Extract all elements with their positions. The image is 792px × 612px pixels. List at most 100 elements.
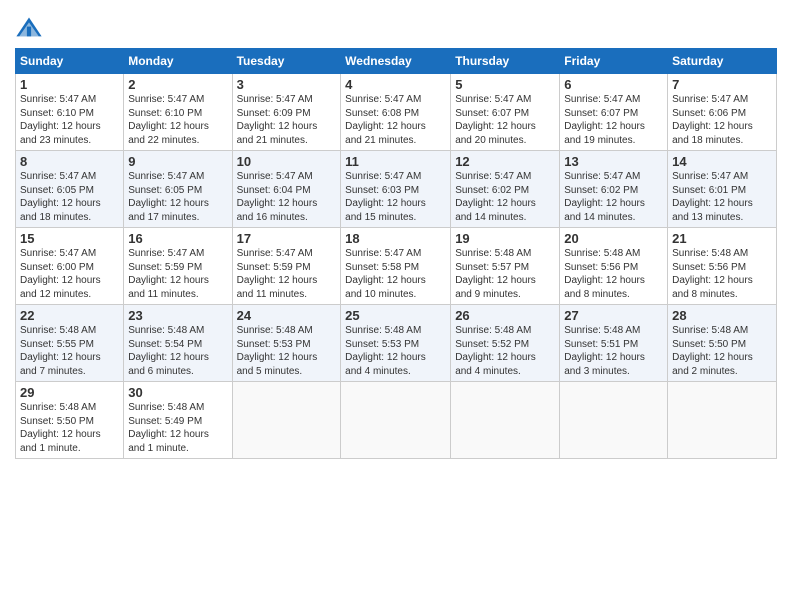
day-number: 16 — [128, 231, 227, 246]
day-number: 17 — [237, 231, 337, 246]
calendar-cell — [232, 382, 341, 459]
day-info: Sunrise: 5:48 AM Sunset: 5:55 PM Dayligh… — [20, 324, 119, 378]
day-info: Sunrise: 5:48 AM Sunset: 5:56 PM Dayligh… — [672, 247, 772, 301]
calendar-cell: 12Sunrise: 5:47 AM Sunset: 6:02 PM Dayli… — [451, 151, 560, 228]
col-header-saturday: Saturday — [668, 49, 777, 74]
week-row-4: 22Sunrise: 5:48 AM Sunset: 5:55 PM Dayli… — [16, 305, 777, 382]
calendar-cell — [560, 382, 668, 459]
calendar-cell: 8Sunrise: 5:47 AM Sunset: 6:05 PM Daylig… — [16, 151, 124, 228]
day-info: Sunrise: 5:47 AM Sunset: 6:08 PM Dayligh… — [345, 93, 446, 147]
day-number: 8 — [20, 154, 119, 169]
day-number: 7 — [672, 77, 772, 92]
day-info: Sunrise: 5:48 AM Sunset: 5:49 PM Dayligh… — [128, 401, 227, 455]
day-info: Sunrise: 5:48 AM Sunset: 5:53 PM Dayligh… — [345, 324, 446, 378]
day-info: Sunrise: 5:47 AM Sunset: 6:03 PM Dayligh… — [345, 170, 446, 224]
day-number: 28 — [672, 308, 772, 323]
day-info: Sunrise: 5:47 AM Sunset: 6:09 PM Dayligh… — [237, 93, 337, 147]
calendar-cell: 15Sunrise: 5:47 AM Sunset: 6:00 PM Dayli… — [16, 228, 124, 305]
day-info: Sunrise: 5:47 AM Sunset: 6:07 PM Dayligh… — [564, 93, 663, 147]
calendar-cell: 17Sunrise: 5:47 AM Sunset: 5:59 PM Dayli… — [232, 228, 341, 305]
day-number: 18 — [345, 231, 446, 246]
day-number: 25 — [345, 308, 446, 323]
calendar-cell: 3Sunrise: 5:47 AM Sunset: 6:09 PM Daylig… — [232, 74, 341, 151]
calendar-cell — [341, 382, 451, 459]
day-info: Sunrise: 5:47 AM Sunset: 5:58 PM Dayligh… — [345, 247, 446, 301]
day-info: Sunrise: 5:47 AM Sunset: 5:59 PM Dayligh… — [128, 247, 227, 301]
day-info: Sunrise: 5:47 AM Sunset: 6:04 PM Dayligh… — [237, 170, 337, 224]
calendar-cell: 13Sunrise: 5:47 AM Sunset: 6:02 PM Dayli… — [560, 151, 668, 228]
calendar-cell: 24Sunrise: 5:48 AM Sunset: 5:53 PM Dayli… — [232, 305, 341, 382]
day-info: Sunrise: 5:47 AM Sunset: 6:06 PM Dayligh… — [672, 93, 772, 147]
day-info: Sunrise: 5:47 AM Sunset: 6:10 PM Dayligh… — [128, 93, 227, 147]
day-number: 29 — [20, 385, 119, 400]
day-info: Sunrise: 5:47 AM Sunset: 6:10 PM Dayligh… — [20, 93, 119, 147]
day-number: 12 — [455, 154, 555, 169]
day-number: 30 — [128, 385, 227, 400]
calendar-cell: 27Sunrise: 5:48 AM Sunset: 5:51 PM Dayli… — [560, 305, 668, 382]
day-info: Sunrise: 5:47 AM Sunset: 5:59 PM Dayligh… — [237, 247, 337, 301]
calendar-cell: 6Sunrise: 5:47 AM Sunset: 6:07 PM Daylig… — [560, 74, 668, 151]
calendar-cell: 9Sunrise: 5:47 AM Sunset: 6:05 PM Daylig… — [124, 151, 232, 228]
week-row-3: 15Sunrise: 5:47 AM Sunset: 6:00 PM Dayli… — [16, 228, 777, 305]
col-header-thursday: Thursday — [451, 49, 560, 74]
week-row-1: 1Sunrise: 5:47 AM Sunset: 6:10 PM Daylig… — [16, 74, 777, 151]
day-number: 4 — [345, 77, 446, 92]
calendar-cell: 20Sunrise: 5:48 AM Sunset: 5:56 PM Dayli… — [560, 228, 668, 305]
day-number: 6 — [564, 77, 663, 92]
day-info: Sunrise: 5:48 AM Sunset: 5:56 PM Dayligh… — [564, 247, 663, 301]
day-info: Sunrise: 5:48 AM Sunset: 5:50 PM Dayligh… — [20, 401, 119, 455]
week-row-2: 8 Sunrise: 5:47 AM Sunset: 6:05 PM Daylig… — [16, 151, 777, 228]
day-info: Sunrise: 5:47 AM Sunset: 6:01 PM Dayligh… — [672, 170, 772, 224]
day-info: Sunrise: 5:48 AM Sunset: 5:53 PM Dayligh… — [237, 324, 337, 378]
calendar-cell: 21Sunrise: 5:48 AM Sunset: 5:56 PM Dayli… — [668, 228, 777, 305]
day-number: 27 — [564, 308, 663, 323]
day-number: 5 — [455, 77, 555, 92]
calendar-table: SundayMondayTuesdayWednesdayThursdayFrid… — [15, 48, 777, 459]
calendar-cell: 23Sunrise: 5:48 AM Sunset: 5:54 PM Dayli… — [124, 305, 232, 382]
col-header-sunday: Sunday — [16, 49, 124, 74]
day-info: Sunrise: 5:47 AM Sunset: 6:07 PM Dayligh… — [455, 93, 555, 147]
calendar-cell: 16Sunrise: 5:47 AM Sunset: 5:59 PM Dayli… — [124, 228, 232, 305]
calendar-cell: 26Sunrise: 5:48 AM Sunset: 5:52 PM Dayli… — [451, 305, 560, 382]
calendar-cell: 18Sunrise: 5:47 AM Sunset: 5:58 PM Dayli… — [341, 228, 451, 305]
logo-icon — [15, 14, 43, 42]
day-number: 15 — [20, 231, 119, 246]
logo — [15, 14, 45, 42]
day-number: 2 — [128, 77, 227, 92]
day-number: 3 — [237, 77, 337, 92]
calendar-cell: 28Sunrise: 5:48 AM Sunset: 5:50 PM Dayli… — [668, 305, 777, 382]
calendar-cell: 11Sunrise: 5:47 AM Sunset: 6:03 PM Dayli… — [341, 151, 451, 228]
day-number: 11 — [345, 154, 446, 169]
day-info: Sunrise: 5:48 AM Sunset: 5:52 PM Dayligh… — [455, 324, 555, 378]
day-number: 22 — [20, 308, 119, 323]
day-number: 10 — [237, 154, 337, 169]
week-row-5: 29Sunrise: 5:48 AM Sunset: 5:50 PM Dayli… — [16, 382, 777, 459]
day-info: Sunrise: 5:47 AM Sunset: 6:02 PM Dayligh… — [564, 170, 663, 224]
calendar-cell: 4Sunrise: 5:47 AM Sunset: 6:08 PM Daylig… — [341, 74, 451, 151]
day-number: 13 — [564, 154, 663, 169]
calendar-cell: 30Sunrise: 5:48 AM Sunset: 5:49 PM Dayli… — [124, 382, 232, 459]
day-info: Sunrise: 5:48 AM Sunset: 5:51 PM Dayligh… — [564, 324, 663, 378]
calendar-cell: 29Sunrise: 5:48 AM Sunset: 5:50 PM Dayli… — [16, 382, 124, 459]
day-info: Sunrise: 5:47 AM Sunset: 6:05 PM Dayligh… — [128, 170, 227, 224]
day-number: 1 — [20, 77, 119, 92]
calendar-cell: 10Sunrise: 5:47 AM Sunset: 6:04 PM Dayli… — [232, 151, 341, 228]
calendar-cell: 1Sunrise: 5:47 AM Sunset: 6:10 PM Daylig… — [16, 74, 124, 151]
header — [15, 10, 777, 42]
calendar-cell — [451, 382, 560, 459]
col-header-tuesday: Tuesday — [232, 49, 341, 74]
calendar-cell: 5Sunrise: 5:47 AM Sunset: 6:07 PM Daylig… — [451, 74, 560, 151]
col-header-friday: Friday — [560, 49, 668, 74]
calendar-cell: 22Sunrise: 5:48 AM Sunset: 5:55 PM Dayli… — [16, 305, 124, 382]
page: SundayMondayTuesdayWednesdayThursdayFrid… — [0, 0, 792, 612]
calendar-header-row: SundayMondayTuesdayWednesdayThursdayFrid… — [16, 49, 777, 74]
day-info: Sunrise: 5:47 AM Sunset: 6:02 PM Dayligh… — [455, 170, 555, 224]
calendar-cell — [668, 382, 777, 459]
day-number: 19 — [455, 231, 555, 246]
day-number: 20 — [564, 231, 663, 246]
day-info: Sunrise: 5:48 AM Sunset: 5:57 PM Dayligh… — [455, 247, 555, 301]
day-number: 26 — [455, 308, 555, 323]
calendar-cell: 2Sunrise: 5:47 AM Sunset: 6:10 PM Daylig… — [124, 74, 232, 151]
day-info: Sunrise: 5:47 AM Sunset: 6:00 PM Dayligh… — [20, 247, 119, 301]
col-header-wednesday: Wednesday — [341, 49, 451, 74]
